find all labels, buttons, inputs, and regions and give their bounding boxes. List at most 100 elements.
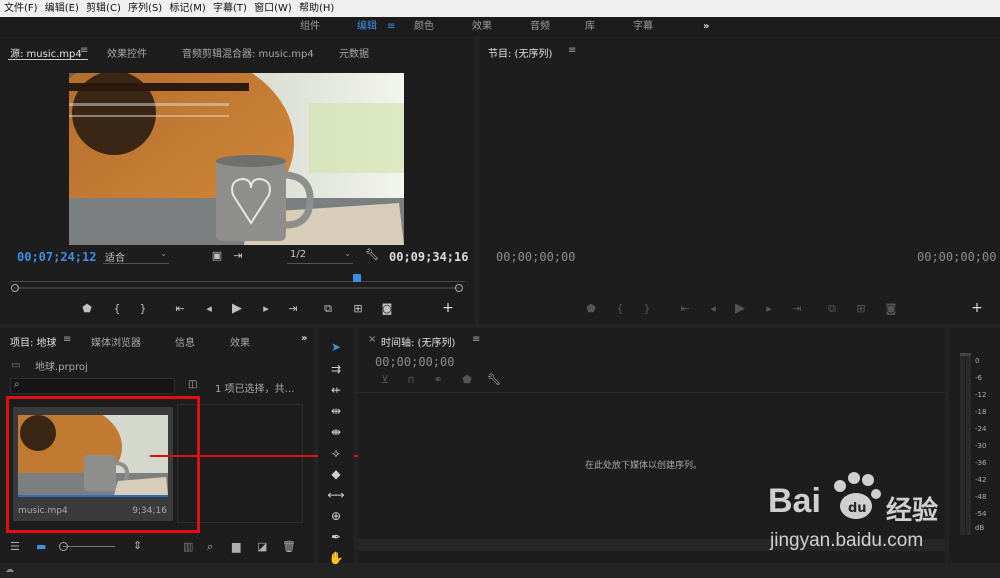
source-current-timecode[interactable]: 00;07;24;12	[17, 250, 96, 264]
mark-in-icon[interactable]: {	[612, 302, 628, 315]
project-panel-menu-icon[interactable]: ≡	[63, 334, 71, 345]
new-search-bin-icon[interactable]: ◫	[188, 379, 197, 390]
add-button-icon[interactable]: +	[440, 300, 456, 316]
menu-clip[interactable]: 剪辑(C)	[82, 0, 121, 17]
slide-tool-icon[interactable]: ⟷	[324, 488, 348, 502]
program-current-timecode[interactable]: 00;00;00;00	[496, 250, 575, 264]
wrench-icon[interactable]: 🔧︎	[364, 248, 380, 261]
step-back-icon[interactable]: ◂	[705, 302, 721, 315]
pen-tool-icon[interactable]: ✒	[324, 530, 348, 544]
find-icon[interactable]: ⌕	[207, 540, 213, 554]
source-zoom-bar[interactable]	[14, 287, 460, 289]
step-forward-icon[interactable]: ▸	[761, 302, 777, 315]
playback-resolution-dropdown[interactable]: 1/2 ⌄	[287, 249, 353, 264]
track-select-tool-icon[interactable]: ⇉	[324, 362, 348, 376]
add-marker-icon[interactable]: ⬟	[583, 302, 599, 315]
new-item-icon[interactable]: ◪	[257, 540, 267, 553]
selection-tool-icon[interactable]: ➤	[324, 340, 348, 354]
extract-icon[interactable]: ⊞	[853, 302, 869, 315]
program-duration-timecode: 00;00;00;00	[917, 250, 997, 264]
go-to-out-icon[interactable]: ⇥	[789, 302, 805, 315]
tab-effect-controls[interactable]: 效果控件	[107, 45, 147, 60]
cloud-sync-icon[interactable]: ☁	[5, 565, 14, 575]
tab-timeline[interactable]: 时间轴: (无序列)	[381, 334, 455, 349]
tab-program[interactable]: 节目: (无序列)	[488, 45, 552, 60]
menu-file[interactable]: 文件(F)	[0, 0, 38, 17]
play-icon[interactable]: ▶	[229, 301, 245, 316]
trash-icon[interactable]: 🗑︎	[282, 540, 296, 553]
rolling-edit-tool-icon[interactable]: ⇹	[324, 404, 348, 418]
insert-sequence-as-nest-icon[interactable]: ⊻	[377, 373, 393, 386]
zoom-bar-right-handle[interactable]	[455, 284, 463, 292]
workspace-overflow-icon[interactable]: »	[703, 17, 709, 37]
timeline-timecode[interactable]: 00;00;00;00	[375, 355, 454, 369]
linked-selection-icon[interactable]: ⚭	[430, 373, 446, 386]
thumbnail-size-slider[interactable]	[63, 546, 115, 547]
project-search-input[interactable]: ⌕	[10, 378, 175, 394]
playhead-marker[interactable]	[353, 274, 361, 282]
mark-out-icon[interactable]: }	[639, 302, 655, 315]
wrench-icon[interactable]: 🔧︎	[486, 373, 502, 386]
menu-help[interactable]: 帮助(H)	[295, 0, 334, 17]
sort-icon[interactable]: ⇕	[133, 539, 142, 552]
go-to-in-icon[interactable]: ⇤	[172, 302, 188, 315]
menu-edit[interactable]: 编辑(E)	[41, 0, 79, 17]
camera-icon[interactable]: ◙	[379, 302, 395, 315]
add-marker-icon[interactable]: ⬟	[79, 302, 95, 315]
panel-overflow-icon[interactable]: »	[301, 333, 307, 344]
menu-window[interactable]: 窗口(W)	[250, 0, 292, 17]
icon-view-icon[interactable]: ▬	[36, 540, 46, 553]
close-icon[interactable]: ×	[368, 334, 376, 345]
zoom-bar-left-handle[interactable]	[11, 284, 19, 292]
mark-in-icon[interactable]: {	[109, 302, 125, 315]
go-to-in-icon[interactable]: ⇤	[677, 302, 693, 315]
razor-tool-icon[interactable]: ⟡	[324, 446, 348, 461]
tab-project[interactable]: 项目: 地球	[10, 334, 57, 349]
snap-icon[interactable]: ∩	[403, 373, 419, 386]
workspace-menu-icon[interactable]: ≡	[387, 17, 395, 37]
menu-title[interactable]: 字幕(T)	[209, 0, 247, 17]
insert-icon[interactable]: ⧉	[320, 302, 336, 316]
tab-source[interactable]: 源: music.mp4	[10, 45, 82, 60]
workspace-tab-libraries[interactable]: 库	[585, 17, 595, 37]
go-to-out-icon[interactable]: ⇥	[285, 302, 301, 315]
slide-alt-tool-icon[interactable]: ⊕	[324, 509, 348, 523]
tab-info[interactable]: 信息	[175, 334, 195, 349]
add-marker-icon[interactable]: ⬟	[459, 373, 475, 386]
play-icon[interactable]: ▶	[732, 301, 748, 316]
workspace-tab-audio[interactable]: 音频	[530, 17, 550, 37]
slip-tool-icon[interactable]: ◆	[324, 467, 348, 481]
new-bin-icon[interactable]: ▆	[232, 540, 240, 553]
menu-marker[interactable]: 标记(M)	[165, 0, 205, 17]
overwrite-icon[interactable]: ⊞	[350, 302, 366, 315]
workspace-tab-editing[interactable]: 编辑	[357, 17, 377, 37]
list-view-icon[interactable]: ☰	[10, 540, 20, 553]
menu-sequence[interactable]: 序列(S)	[124, 0, 162, 17]
safe-margins-icon[interactable]: ▣	[209, 249, 225, 262]
add-button-icon[interactable]: +	[969, 300, 985, 316]
step-back-icon[interactable]: ◂	[201, 302, 217, 315]
hand-tool-icon[interactable]: ✋	[324, 551, 348, 565]
program-panel-menu-icon[interactable]: ≡	[568, 45, 576, 56]
workspace-tab-color[interactable]: 颜色	[414, 17, 434, 37]
tab-audio-clip-mixer[interactable]: 音频剪辑混合器: music.mp4	[182, 45, 314, 60]
automate-to-sequence-icon[interactable]: ▥	[183, 540, 193, 553]
step-forward-icon[interactable]: ▸	[258, 302, 274, 315]
tab-metadata[interactable]: 元数据	[339, 45, 369, 60]
rate-stretch-tool-icon[interactable]: ⇼	[324, 425, 348, 439]
source-time-ruler[interactable]	[10, 281, 465, 282]
tab-effects[interactable]: 效果	[230, 334, 250, 349]
tab-media-browser[interactable]: 媒体浏览器	[91, 334, 141, 349]
camera-icon[interactable]: ◙	[883, 302, 899, 315]
timeline-panel-menu-icon[interactable]: ≡	[472, 334, 480, 345]
zoom-fit-dropdown[interactable]: 适合 ⌄	[103, 249, 169, 264]
workspace-tab-effects[interactable]: 效果	[472, 17, 492, 37]
source-panel-menu-icon[interactable]: ≡	[80, 45, 88, 56]
workspace-tab-captions[interactable]: 字幕	[633, 17, 653, 37]
export-frame-settings-icon[interactable]: ⇥	[230, 249, 246, 262]
mark-out-icon[interactable]: }	[135, 302, 151, 315]
slider-handle[interactable]	[59, 542, 68, 551]
ripple-edit-tool-icon[interactable]: ⇷	[324, 383, 348, 397]
workspace-tab-assembly[interactable]: 组件	[300, 17, 320, 37]
lift-icon[interactable]: ⧉	[824, 302, 840, 316]
